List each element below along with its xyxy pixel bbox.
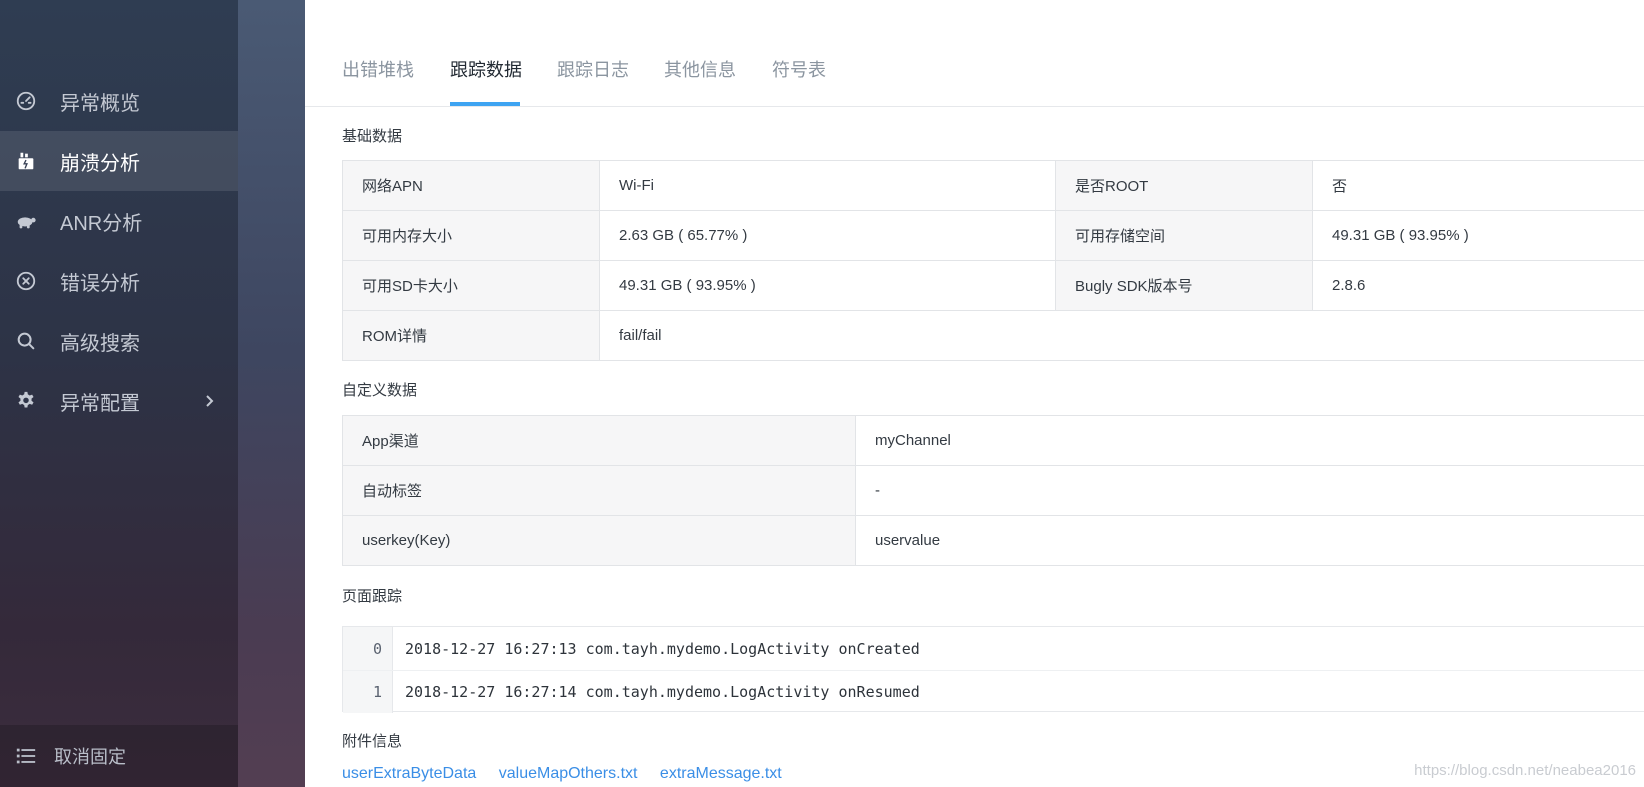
table-row: ROM详情 fail/fail: [342, 310, 1644, 361]
attachments-title: 附件信息: [342, 733, 403, 750]
sidebar: 异常概览 崩溃分析 ANR分析 错误分析 高级搜索 异常配置 取消固定: [0, 0, 238, 787]
basic-data-table: 网络APN Wi-Fi 是否ROOT 否 可用内存大小 2.63 GB ( 65…: [342, 160, 1644, 361]
sidebar-item-label: 错误分析: [60, 272, 140, 295]
gear-icon: [14, 389, 38, 413]
table-cell-key: 可用内存大小: [342, 210, 600, 261]
table-cell-key: 是否ROOT: [1055, 160, 1313, 211]
table-cell-value: 否: [1312, 160, 1644, 211]
sidebar-item-anr[interactable]: ANR分析: [0, 191, 238, 251]
dashboard-icon: [14, 89, 38, 113]
table-cell-key: 可用SD卡大小: [342, 260, 600, 311]
table-cell-value: 49.31 GB ( 93.95% ): [1312, 210, 1644, 261]
trace-line: 0 2018-12-27 16:27:13 com.tayh.mydemo.Lo…: [343, 627, 1644, 670]
table-cell-key: App渠道: [342, 415, 856, 466]
tab-trace-log[interactable]: 跟踪日志: [557, 56, 629, 82]
sidebar-gutter: [238, 0, 305, 787]
sidebar-item-error[interactable]: 错误分析: [0, 251, 238, 311]
table-cell-value: 2.63 GB ( 65.77% ): [599, 210, 1056, 261]
active-tab-indicator: [450, 102, 520, 106]
table-row: 可用内存大小 2.63 GB ( 65.77% ) 可用存储空间 49.31 G…: [342, 210, 1644, 261]
attachment-link[interactable]: extraMessage.txt: [660, 765, 782, 782]
table-cell-key: ROM详情: [342, 310, 600, 361]
custom-data-title: 自定义数据: [342, 382, 418, 399]
tab-symbols[interactable]: 符号表: [772, 56, 826, 82]
table-row: 自动标签 -: [342, 465, 1644, 516]
table-cell-value: uservalue: [855, 515, 1644, 566]
attachment-links: userExtraByteData valueMapOthers.txt ext…: [342, 765, 800, 783]
table-cell-value: 49.31 GB ( 93.95% ): [599, 260, 1056, 311]
sidebar-item-crash[interactable]: 崩溃分析: [0, 131, 238, 191]
line-number: 1: [343, 671, 393, 713]
tab-other-info[interactable]: 其他信息: [664, 56, 736, 82]
sidebar-item-search[interactable]: 高级搜索: [0, 311, 238, 371]
table-cell-key: Bugly SDK版本号: [1055, 260, 1313, 311]
page-trace-title: 页面跟踪: [342, 588, 403, 605]
custom-data-table: App渠道 myChannel 自动标签 - userkey(Key) user…: [342, 415, 1644, 566]
sidebar-item-label: 异常配置: [60, 392, 140, 415]
table-cell-value: -: [855, 465, 1644, 516]
table-row: 网络APN Wi-Fi 是否ROOT 否: [342, 160, 1644, 211]
table-row: App渠道 myChannel: [342, 415, 1644, 466]
tab-trace-data[interactable]: 跟踪数据: [450, 56, 522, 82]
main-content: 出错堆栈 跟踪数据 跟踪日志 其他信息 符号表 基础数据 网络APN Wi-Fi…: [305, 0, 1644, 787]
attachment-link[interactable]: valueMapOthers.txt: [499, 765, 638, 782]
attachment-link[interactable]: userExtraByteData: [342, 765, 476, 782]
basic-data-title: 基础数据: [342, 128, 403, 145]
sidebar-item-label: 崩溃分析: [60, 152, 140, 175]
table-row: userkey(Key) uservalue: [342, 515, 1644, 566]
table-cell-value: 2.8.6: [1312, 260, 1644, 311]
chevron-right-icon: [206, 395, 214, 407]
error-circle-icon: [14, 269, 38, 293]
sidebar-nav: 异常概览 崩溃分析 ANR分析 错误分析 高级搜索 异常配置: [0, 71, 238, 431]
trace-text: 2018-12-27 16:27:13 com.tayh.mydemo.LogA…: [405, 639, 920, 658]
table-cell-key: userkey(Key): [342, 515, 856, 566]
table-cell-value: myChannel: [855, 415, 1644, 466]
list-icon: [14, 744, 38, 768]
search-icon: [14, 329, 38, 353]
sidebar-item-label: ANR分析: [60, 212, 143, 235]
crash-icon: [14, 149, 38, 173]
page-trace-list: 0 2018-12-27 16:27:13 com.tayh.mydemo.Lo…: [342, 626, 1644, 713]
turtle-icon: [14, 209, 38, 233]
table-row: 可用SD卡大小 49.31 GB ( 93.95% ) Bugly SDK版本号…: [342, 260, 1644, 311]
table-cell-key: 网络APN: [342, 160, 600, 211]
watermark: https://blog.csdn.net/neabea2016: [1414, 762, 1636, 779]
sidebar-item-label: 高级搜索: [60, 332, 140, 355]
table-cell-value: Wi-Fi: [599, 160, 1056, 211]
table-cell-key: 可用存储空间: [1055, 210, 1313, 261]
table-cell-value: fail/fail: [599, 310, 1644, 361]
tab-stack[interactable]: 出错堆栈: [342, 56, 414, 82]
tab-bar: 出错堆栈 跟踪数据 跟踪日志 其他信息 符号表: [305, 0, 1644, 107]
sidebar-item-config[interactable]: 异常配置: [0, 371, 238, 431]
table-cell-key: 自动标签: [342, 465, 856, 516]
line-number: 0: [343, 627, 393, 670]
sidebar-item-label: 异常概览: [60, 92, 140, 115]
unpin-sidebar-button[interactable]: 取消固定: [0, 725, 238, 787]
unpin-label: 取消固定: [54, 747, 126, 767]
trace-text: 2018-12-27 16:27:14 com.tayh.mydemo.LogA…: [405, 683, 920, 701]
trace-line: 1 2018-12-27 16:27:14 com.tayh.mydemo.Lo…: [343, 670, 1644, 713]
sidebar-item-overview[interactable]: 异常概览: [0, 71, 238, 131]
